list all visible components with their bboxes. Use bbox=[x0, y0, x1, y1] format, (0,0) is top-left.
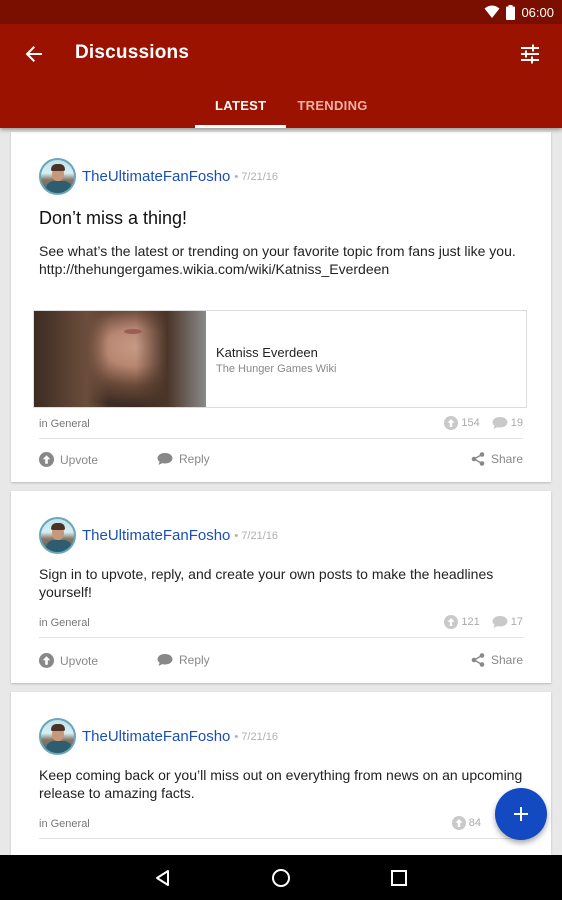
upvote-count: 121 bbox=[461, 616, 480, 628]
post-body: Keep coming back or you’ll miss out on e… bbox=[39, 767, 523, 801]
post-actions: Upvote Reply Share bbox=[39, 653, 523, 671]
reply-count-icon bbox=[492, 417, 508, 429]
post-date: • 7/21/16 bbox=[234, 170, 279, 183]
share-icon bbox=[471, 653, 485, 667]
reply-icon bbox=[157, 654, 173, 666]
divider bbox=[39, 838, 523, 839]
filter-button[interactable] bbox=[516, 40, 544, 68]
upvote-count-icon bbox=[451, 816, 466, 830]
reply-icon bbox=[157, 453, 173, 465]
upvote-icon bbox=[39, 452, 54, 467]
preview-image bbox=[34, 311, 206, 407]
avatar[interactable] bbox=[39, 158, 76, 195]
reply-button[interactable]: Reply bbox=[157, 653, 210, 667]
post-link[interactable]: http://thehungergames.wikia.com/wiki/Kat… bbox=[39, 260, 529, 278]
wifi-icon bbox=[484, 5, 500, 18]
upvote-count: 154 bbox=[461, 417, 480, 429]
tab-bar: LATEST TRENDING bbox=[195, 94, 388, 128]
avatar[interactable] bbox=[39, 517, 76, 554]
post-card[interactable]: TheUltimateFanFosho • 7/21/16 Sign in to… bbox=[11, 491, 551, 683]
upvote-count-icon bbox=[444, 615, 459, 629]
post-card[interactable]: TheUltimateFanFosho • 7/21/16 Don’t miss… bbox=[11, 132, 551, 482]
link-preview-card[interactable]: Katniss Everdeen The Hunger Games Wiki bbox=[33, 310, 527, 408]
discussion-feed[interactable]: TheUltimateFanFosho • 7/21/16 Don’t miss… bbox=[0, 128, 562, 855]
post-date: • 7/21/16 bbox=[234, 529, 279, 542]
author-name[interactable]: TheUltimateFanFosho bbox=[82, 168, 230, 185]
upvote-count: 84 bbox=[468, 817, 481, 829]
post-category[interactable]: in General bbox=[39, 418, 90, 430]
page-title: Discussions bbox=[75, 42, 190, 63]
app-bar: Discussions LATEST TRENDING bbox=[0, 24, 562, 128]
divider bbox=[39, 438, 523, 439]
share-button[interactable]: Share bbox=[471, 653, 523, 667]
divider bbox=[39, 637, 523, 638]
tune-sliders-icon bbox=[521, 44, 539, 64]
arrow-back-icon bbox=[25, 46, 42, 62]
upvote-button[interactable]: Upvote bbox=[39, 452, 98, 467]
battery-icon bbox=[506, 4, 516, 20]
status-time: 06:00 bbox=[521, 4, 554, 20]
preview-title: Katniss Everdeen bbox=[216, 345, 318, 360]
share-icon bbox=[471, 452, 485, 466]
post-author-row: TheUltimateFanFosho • 7/21/16 bbox=[39, 158, 278, 195]
upvote-count-icon bbox=[444, 416, 459, 430]
home-circle-icon bbox=[272, 868, 290, 887]
tab-trending[interactable]: TRENDING bbox=[286, 94, 387, 128]
post-meta-row: in General 154 19 bbox=[39, 416, 523, 432]
post-author-row: TheUltimateFanFosho • 7/21/16 bbox=[39, 718, 278, 755]
reply-button[interactable]: Reply bbox=[157, 452, 210, 466]
post-actions: Upvote Reply Share bbox=[39, 452, 523, 470]
author-name[interactable]: TheUltimateFanFosho bbox=[82, 527, 230, 544]
reply-count-icon bbox=[492, 616, 508, 628]
post-body: Sign in to upvote, reply, and create you… bbox=[39, 566, 494, 600]
post-meta-row: in General 84 bbox=[39, 816, 523, 832]
post-card[interactable]: TheUltimateFanFosho • 7/21/16 Keep comin… bbox=[11, 692, 551, 855]
reply-count: 17 bbox=[510, 616, 523, 628]
post-title: Don’t miss a thing! bbox=[39, 208, 188, 228]
share-button[interactable]: Share bbox=[471, 452, 523, 466]
nav-home-button[interactable] bbox=[263, 860, 299, 896]
post-meta-row: in General 121 17 bbox=[39, 615, 523, 631]
nav-recents-button[interactable] bbox=[381, 860, 417, 896]
reply-count: 19 bbox=[510, 417, 523, 429]
post-body: See what’s the latest or trending on you… bbox=[39, 242, 529, 278]
nav-back-button[interactable] bbox=[145, 860, 181, 896]
preview-site: The Hunger Games Wiki bbox=[216, 363, 337, 375]
new-post-button[interactable] bbox=[495, 788, 547, 840]
plus-icon bbox=[514, 807, 528, 821]
post-category[interactable]: in General bbox=[39, 818, 90, 830]
post-category[interactable]: in General bbox=[39, 617, 90, 629]
status-bar: 06:00 bbox=[0, 0, 562, 24]
post-body-text: See what’s the latest or trending on you… bbox=[39, 243, 516, 259]
recents-square-icon bbox=[391, 869, 407, 886]
upvote-icon bbox=[39, 653, 54, 668]
upvote-button[interactable]: Upvote bbox=[39, 653, 98, 668]
back-button[interactable] bbox=[20, 40, 48, 68]
post-date: • 7/21/16 bbox=[234, 730, 279, 743]
post-author-row: TheUltimateFanFosho • 7/21/16 bbox=[39, 517, 278, 554]
author-name[interactable]: TheUltimateFanFosho bbox=[82, 728, 230, 745]
system-nav-bar bbox=[0, 855, 562, 900]
avatar[interactable] bbox=[39, 718, 76, 755]
back-triangle-icon bbox=[156, 869, 169, 886]
tab-latest[interactable]: LATEST bbox=[195, 94, 287, 128]
